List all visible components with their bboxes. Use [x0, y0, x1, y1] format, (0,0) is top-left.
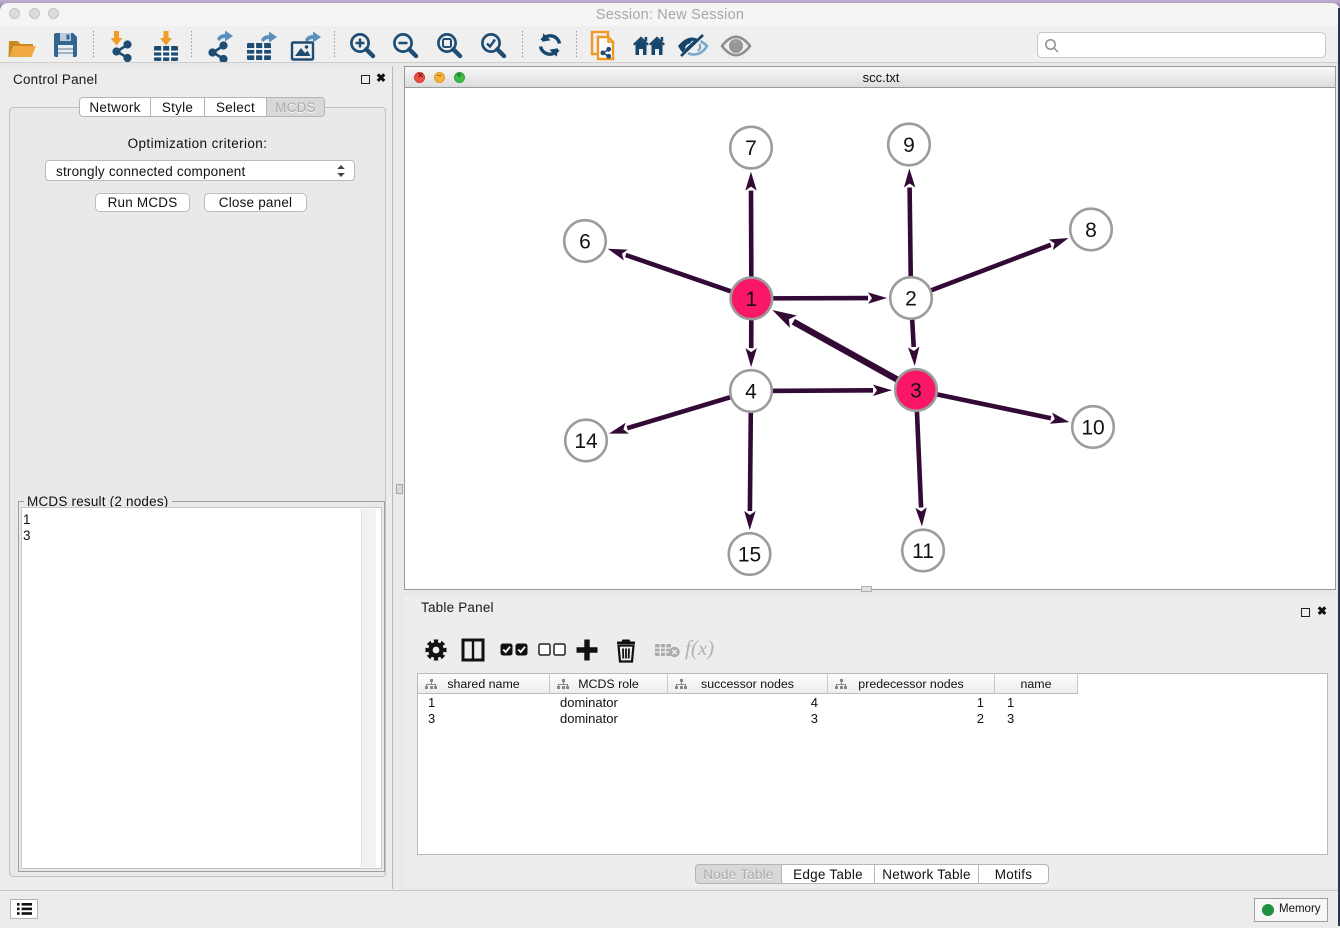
svg-text:14: 14 [574, 430, 598, 453]
svg-text:8: 8 [1085, 219, 1097, 242]
svg-text:7: 7 [745, 137, 757, 160]
svg-text:4: 4 [745, 381, 757, 404]
svg-text:1: 1 [746, 288, 758, 311]
svg-text:2: 2 [905, 288, 917, 311]
svg-text:3: 3 [910, 380, 922, 403]
svg-text:6: 6 [579, 231, 591, 254]
svg-text:9: 9 [903, 134, 915, 157]
svg-text:11: 11 [912, 540, 934, 563]
svg-text:10: 10 [1081, 417, 1104, 440]
svg-text:15: 15 [738, 544, 761, 567]
